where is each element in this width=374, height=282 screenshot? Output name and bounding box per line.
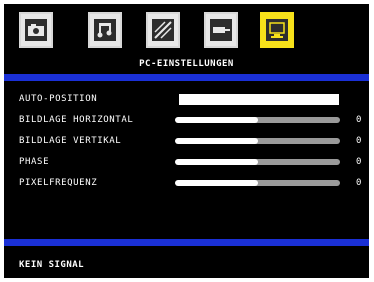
slider-fill <box>175 159 258 165</box>
horizontal-position-value: 0 <box>356 115 362 125</box>
sound-icon <box>94 19 116 41</box>
horizontal-position-label: BILDLAGE HORIZONTAL <box>19 115 134 125</box>
osd-menu: PC-EINSTELLUNGEN AUTO-POSITION BILDLAGE … <box>4 4 369 278</box>
divider-top <box>4 74 369 81</box>
phase-value: 0 <box>356 157 362 167</box>
horizontal-position-row[interactable]: BILDLAGE HORIZONTAL 0 <box>4 111 369 132</box>
status-text: KEIN SIGNAL <box>19 260 85 270</box>
pc-monitor-icon <box>266 19 288 41</box>
pixel-frequency-label: PIXELFREQUENZ <box>19 178 98 188</box>
pc-menu-tab[interactable] <box>260 12 294 48</box>
settings-list: AUTO-POSITION BILDLAGE HORIZONTAL 0 BILD… <box>4 90 369 195</box>
input-icon <box>210 19 232 41</box>
vertical-position-slider[interactable] <box>175 138 340 144</box>
auto-position-row[interactable]: AUTO-POSITION <box>4 90 369 111</box>
input-menu-tab[interactable] <box>204 12 238 48</box>
screen-menu-tab[interactable] <box>146 12 180 48</box>
picture-icon <box>25 19 47 41</box>
auto-position-selection-box[interactable] <box>179 94 339 105</box>
slider-fill <box>175 180 258 186</box>
phase-row[interactable]: PHASE 0 <box>4 153 369 174</box>
phase-label: PHASE <box>19 157 50 167</box>
picture-menu-tab[interactable] <box>19 12 53 48</box>
menu-icon-bar <box>4 4 369 56</box>
slider-fill <box>175 138 258 144</box>
page-title: PC-EINSTELLUNGEN <box>139 59 234 69</box>
pixel-frequency-slider[interactable] <box>175 180 340 186</box>
phase-slider[interactable] <box>175 159 340 165</box>
divider-bottom <box>4 239 369 246</box>
vertical-position-row[interactable]: BILDLAGE VERTIKAL 0 <box>4 132 369 153</box>
slider-fill <box>175 117 258 123</box>
horizontal-position-slider[interactable] <box>175 117 340 123</box>
screen-adjust-icon <box>152 19 174 41</box>
auto-position-label: AUTO-POSITION <box>19 94 98 104</box>
vertical-position-value: 0 <box>356 136 362 146</box>
vertical-position-label: BILDLAGE VERTIKAL <box>19 136 122 146</box>
pixel-frequency-row[interactable]: PIXELFREQUENZ 0 <box>4 174 369 195</box>
sound-menu-tab[interactable] <box>88 12 122 48</box>
pixel-frequency-value: 0 <box>356 178 362 188</box>
